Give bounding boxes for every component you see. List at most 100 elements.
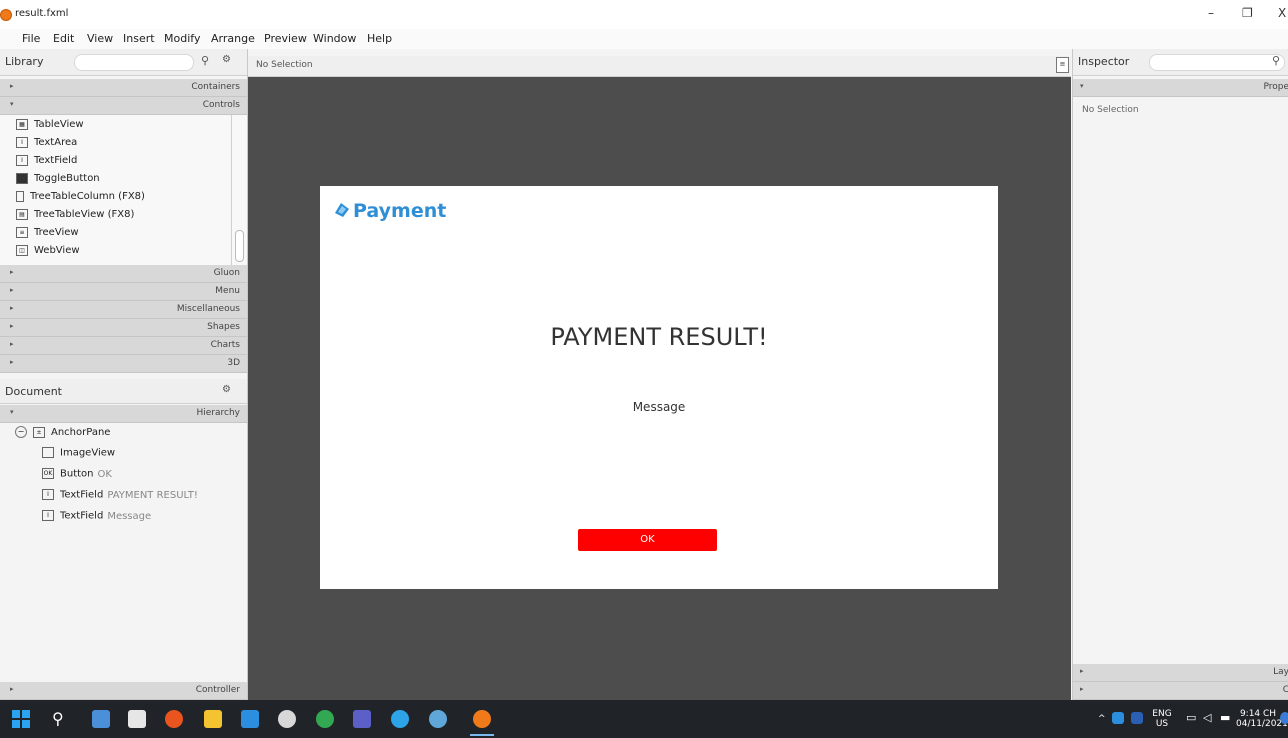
- teams-icon[interactable]: [353, 710, 371, 728]
- expand-arrow-icon: ▸: [1080, 685, 1084, 693]
- textfield-icon: I: [16, 155, 28, 166]
- file-explorer-icon[interactable]: [204, 710, 222, 728]
- inspector-section-layout[interactable]: ▸ Lay: [1073, 664, 1288, 682]
- hierarchy-item-textfield-title[interactable]: I TextField PAYMENT RESULT!: [42, 489, 198, 507]
- document-icon[interactable]: ≡: [1056, 57, 1069, 73]
- menu-insert[interactable]: Insert: [123, 32, 155, 45]
- table-icon: ▦: [16, 119, 28, 130]
- title-bar: result.fxml – ❐ X: [0, 0, 1288, 29]
- collapse-arrow-icon: ▾: [1080, 82, 1084, 90]
- library-section-containers[interactable]: ▸ Containers: [0, 79, 247, 97]
- library-section-3d[interactable]: ▸ 3D: [0, 355, 247, 373]
- ok-button[interactable]: OK: [578, 529, 717, 551]
- chrome-icon[interactable]: [429, 710, 447, 728]
- ubuntu-icon[interactable]: [165, 710, 183, 728]
- search-icon[interactable]: ⚲: [201, 54, 209, 67]
- vscode-icon[interactable]: [241, 710, 259, 728]
- expand-arrow-icon: ▸: [10, 82, 14, 90]
- textfield-icon: I: [42, 510, 54, 521]
- collapse-arrow-icon: ▾: [10, 100, 14, 108]
- list-item-tableview[interactable]: ▦ TableView: [16, 119, 84, 137]
- anchor-pane-preview[interactable]: Payment PAYMENT RESULT! Message OK: [320, 186, 998, 589]
- list-item-treetablecolumn[interactable]: TreeTableColumn (FX8): [16, 191, 145, 209]
- canvas-selection-bar: No Selection ≡: [248, 56, 1071, 77]
- tree-icon: ≡: [16, 227, 28, 238]
- search-icon[interactable]: ⚲: [52, 710, 70, 728]
- clock[interactable]: 9:14 CH 04/11/2021: [1236, 709, 1288, 729]
- terminal-icon[interactable]: [128, 710, 146, 728]
- button-icon: OK: [42, 468, 54, 479]
- library-section-charts[interactable]: ▸ Charts: [0, 337, 247, 355]
- scene-builder-app-icon: [0, 9, 12, 21]
- message-text[interactable]: Message: [320, 400, 998, 414]
- scrollbar-track: [231, 115, 232, 265]
- document-section-controller[interactable]: ▸ Controller: [0, 682, 247, 700]
- inspector-section-properties[interactable]: ▾ Prope: [1073, 79, 1288, 97]
- tray-app-icon[interactable]: [1112, 712, 1124, 724]
- windows-start-icon[interactable]: [12, 710, 30, 728]
- tray-chevron-icon[interactable]: ^: [1098, 714, 1106, 724]
- word-icon[interactable]: [1131, 712, 1143, 724]
- library-section-gluon[interactable]: ▸ Gluon: [0, 265, 247, 283]
- library-section-shapes[interactable]: ▸ Shapes: [0, 319, 247, 337]
- menu-view[interactable]: View: [87, 32, 113, 45]
- menu-modify[interactable]: Modify: [164, 32, 200, 45]
- edge-icon[interactable]: [316, 710, 334, 728]
- collapse-circle-icon[interactable]: −: [15, 426, 27, 438]
- close-button[interactable]: X: [1278, 6, 1286, 20]
- inspector-header: Inspector ⚲: [1073, 49, 1288, 76]
- menu-preview[interactable]: Preview: [264, 32, 307, 45]
- menu-bar: File Edit View Insert Modify Arrange Pre…: [0, 29, 1288, 49]
- toggle-icon: [16, 173, 28, 184]
- task-view-icon[interactable]: [92, 710, 110, 728]
- payment-logo-text: Payment: [353, 200, 447, 222]
- menu-window[interactable]: Window: [313, 32, 356, 45]
- document-section-hierarchy[interactable]: ▾ Hierarchy: [0, 405, 247, 423]
- menu-help[interactable]: Help: [367, 32, 392, 45]
- menu-arrange[interactable]: Arrange: [211, 32, 255, 45]
- library-settings-icon[interactable]: ⚙: [222, 54, 231, 65]
- slack-icon[interactable]: [278, 710, 296, 728]
- hierarchy-item-imageview[interactable]: ImageView: [42, 447, 115, 465]
- notification-icon[interactable]: [1280, 712, 1288, 724]
- list-item-togglebutton[interactable]: ToggleButton: [16, 173, 100, 191]
- inspector-panel: Inspector ⚲ ▾ Prope No Selection ▸ Lay ▸…: [1072, 49, 1288, 700]
- library-section-miscellaneous[interactable]: ▸ Miscellaneous: [0, 301, 247, 319]
- minimize-button[interactable]: –: [1208, 6, 1214, 20]
- window-title: result.fxml: [15, 8, 69, 19]
- scrollbar-thumb[interactable]: [235, 230, 244, 262]
- document-settings-icon[interactable]: ⚙: [222, 384, 231, 395]
- language-indicator[interactable]: ENG US: [1150, 709, 1174, 729]
- document-title: Document: [5, 385, 62, 398]
- list-item-textarea[interactable]: I TextArea: [16, 137, 77, 155]
- library-header: Library ⚲ ⚙: [0, 49, 247, 76]
- scene-builder-taskbar-icon[interactable]: [473, 710, 491, 728]
- library-section-menu[interactable]: ▸ Menu: [0, 283, 247, 301]
- payment-logo-icon: [333, 201, 351, 223]
- payment-result-title[interactable]: PAYMENT RESULT!: [320, 323, 998, 351]
- hierarchy-item-anchorpane[interactable]: − ± AnchorPane: [15, 426, 110, 444]
- active-app-indicator: [470, 734, 494, 736]
- search-icon[interactable]: ⚲: [1272, 54, 1280, 67]
- list-item-treeview[interactable]: ≡ TreeView: [16, 227, 79, 245]
- hierarchy-item-button[interactable]: OK Button OK: [42, 468, 112, 486]
- volume-icon[interactable]: ◁: [1203, 712, 1211, 723]
- inspector-title: Inspector: [1078, 55, 1130, 68]
- browser-icon[interactable]: [391, 710, 409, 728]
- treetable-icon: ▤: [16, 209, 28, 220]
- inspector-section-code[interactable]: ▸ C: [1073, 682, 1288, 700]
- library-search-input[interactable]: [74, 54, 194, 71]
- menu-edit[interactable]: Edit: [53, 32, 74, 45]
- battery-icon[interactable]: ▬: [1220, 712, 1230, 723]
- list-item-webview[interactable]: ◫ WebView: [16, 245, 80, 263]
- network-icon[interactable]: ▭: [1186, 712, 1196, 723]
- list-item-treetableview[interactable]: ▤ TreeTableView (FX8): [16, 209, 134, 227]
- inspector-search-input[interactable]: [1149, 54, 1285, 71]
- menu-file[interactable]: File: [22, 32, 40, 45]
- library-section-controls[interactable]: ▾ Controls: [0, 97, 247, 115]
- maximize-button[interactable]: ❐: [1242, 6, 1253, 20]
- hierarchy-item-textfield-message[interactable]: I TextField Message: [42, 510, 151, 528]
- list-item-textfield[interactable]: I TextField: [16, 155, 77, 173]
- windows-taskbar: ⚲ ^ ENG US ▭ ◁ ▬ 9:14 CH 04/11/2021: [0, 700, 1288, 738]
- anchorpane-icon: ±: [33, 426, 45, 438]
